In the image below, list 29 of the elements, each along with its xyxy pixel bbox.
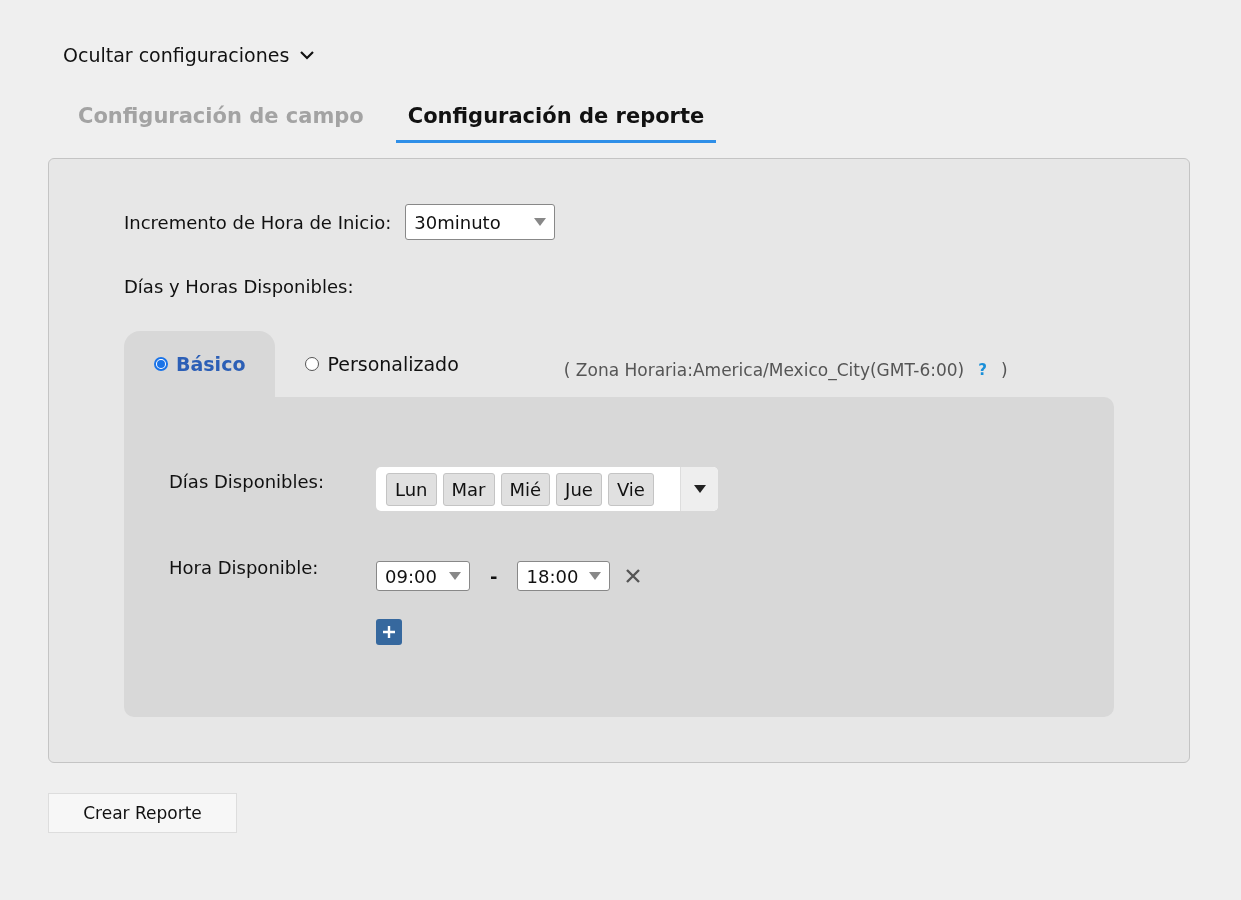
plus-icon <box>383 626 395 638</box>
field-label: Días Disponibles: <box>169 470 326 492</box>
start-time-select[interactable]: 09:00 <box>376 561 470 591</box>
dropdown-caret-icon <box>449 572 461 580</box>
days-dropdown-button[interactable] <box>680 467 718 511</box>
timezone-close-paren: ) <box>1000 360 1008 380</box>
dropdown-caret-icon <box>534 218 547 226</box>
end-time-select[interactable]: 18:00 <box>517 561 611 591</box>
section-label: Días y Horas Disponibles: <box>124 276 354 297</box>
mode-radio-tab[interactable]: Personalizado <box>275 331 489 397</box>
day-chip[interactable]: Vie <box>607 472 654 506</box>
mode-radio-tab[interactable]: Básico <box>124 331 276 397</box>
close-icon[interactable] <box>626 569 641 583</box>
day-chip[interactable]: Mar <box>442 472 495 506</box>
settings-tab[interactable]: Configuración de reporte <box>395 96 717 143</box>
add-button[interactable] <box>376 619 402 645</box>
field-label: Hora Disponible: <box>169 556 320 578</box>
field-label: Incremento de Hora de Inicio: <box>124 211 392 233</box>
range-separator: - <box>490 565 498 587</box>
dropdown-caret-icon <box>589 572 602 580</box>
dropdown-caret-icon <box>693 485 706 493</box>
day-chip[interactable]: Lun <box>386 472 437 506</box>
day-chip[interactable]: Mié <box>500 472 551 506</box>
hide-settings-toggle[interactable]: Ocultar configuraciones <box>63 44 316 66</box>
day-chip[interactable]: Jue <box>556 472 602 506</box>
days-multiselect[interactable]: Lun Mar Mié Jue Vie <box>376 467 718 511</box>
timezone-text: ( Zona Horaria:America/Mexico_City(GMT-6:00) <box>563 360 965 380</box>
create-report-button[interactable]: Crear Reporte <box>48 793 237 833</box>
increment-select[interactable]: 30minuto <box>405 204 556 240</box>
